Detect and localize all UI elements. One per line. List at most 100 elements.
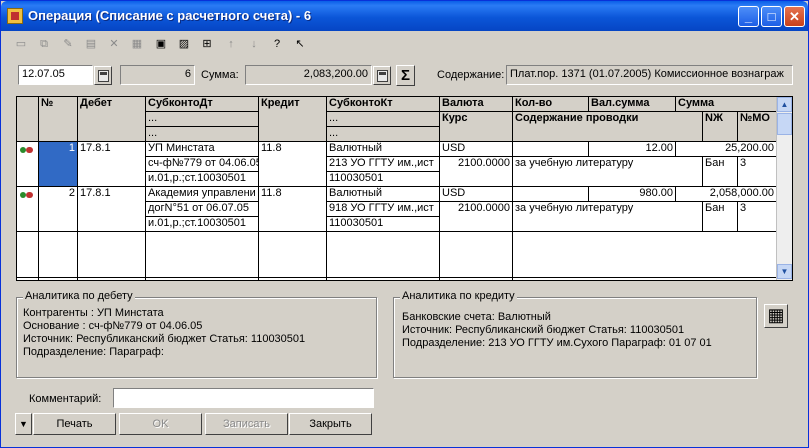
close-window-button[interactable]: ✕ [784, 6, 805, 27]
col-val-summa-header[interactable]: Вал.сумма [589, 97, 676, 112]
comment-input[interactable] [113, 388, 374, 408]
row-2-nmo[interactable]: 3 [738, 202, 777, 232]
row-select-icon[interactable]: ▣ [153, 36, 169, 52]
edit-row-icon[interactable]: ✎ [60, 36, 76, 52]
content-field[interactable]: Плат.пор. 1371 (01.07.2005) Комиссионное… [506, 65, 793, 85]
row-1-kurs[interactable]: 2100.0000 [440, 157, 513, 187]
col-valuta-header[interactable]: Валюта [440, 97, 513, 112]
row-2-kolvo[interactable] [513, 187, 589, 202]
table-grid-icon: ▦ [767, 305, 785, 325]
row-2-subkonto-kt-3[interactable]: 110030501 [327, 217, 440, 232]
col-kredit-header[interactable]: Кредит [259, 97, 327, 142]
row-1-subkonto-dt-2[interactable]: сч-ф№779 от 04.06.05 [146, 157, 259, 172]
col-kurs-header[interactable]: Курс [440, 112, 513, 142]
move-up-icon[interactable]: ↑ [223, 36, 239, 52]
row-2-val-summa[interactable]: 980.00 [589, 187, 676, 202]
table-icon[interactable]: ▦ [129, 36, 145, 52]
context-help-icon[interactable]: ↖ [292, 36, 308, 52]
calc-icon[interactable]: ▨ [176, 36, 192, 52]
scroll-up-button[interactable]: ▲ [777, 97, 792, 112]
col-kolvo-header[interactable]: Кол-во [513, 97, 589, 112]
row-2-subkonto-dt-3[interactable]: и.01,р.;ст.10030501 [146, 217, 259, 232]
col-nzh-header[interactable]: NЖ [703, 112, 738, 142]
row-1-summa[interactable]: 25,200.00 [676, 142, 777, 157]
row-2-subkonto-kt-1[interactable]: Валютный [327, 187, 440, 202]
calendar-icon [98, 70, 109, 82]
row-1-subkonto-kt-3[interactable]: 110030501 [327, 172, 440, 187]
row-2-subkonto-kt-2[interactable]: 918 УО ГГТУ им.,ист [327, 202, 440, 217]
row-1-nmo[interactable]: 3 [738, 157, 777, 187]
row-1-subkonto-kt-1[interactable]: Валютный [327, 142, 440, 157]
sigma-button[interactable]: Σ [396, 65, 415, 86]
row-2-kredit[interactable]: 11.8 [259, 187, 327, 232]
minimize-button[interactable]: _ [738, 6, 759, 27]
number-field[interactable]: 6 [120, 65, 195, 85]
row-2-soderzhanie[interactable]: за учебную литературу [513, 202, 703, 232]
col-num-header[interactable]: № [39, 97, 78, 142]
col-nmo-header[interactable]: №МО [738, 112, 777, 142]
ok-button[interactable]: OK [119, 413, 202, 435]
row-1-valuta[interactable]: USD [440, 142, 513, 157]
calendar-button[interactable] [94, 66, 112, 85]
calculator-button[interactable] [373, 66, 391, 85]
insert-icon[interactable]: ⊞ [199, 36, 215, 52]
grid-line [77, 232, 78, 280]
row-2-num[interactable]: 2 [39, 187, 78, 232]
move-down-icon[interactable]: ↓ [246, 36, 262, 52]
row-1-subkonto-dt-3[interactable]: и.01,р.;ст.10030501 [146, 172, 259, 187]
entries-grid[interactable]: № Дебет СубконтоДт ... ... Кредит Субкон… [16, 96, 793, 281]
analytics-table-button[interactable]: ▦ [764, 304, 788, 328]
window-title: Операция (Списание с расчетного счета) -… [28, 8, 312, 23]
calculator-icon [377, 70, 388, 82]
help-icon[interactable]: ? [269, 36, 285, 52]
row-1-kolvo[interactable] [513, 142, 589, 157]
grid-scrollbar[interactable]: ▲ ▼ [776, 97, 792, 280]
menu-arrow-button[interactable]: ▼ [15, 413, 32, 435]
row-2-subkonto-dt-1[interactable]: Академия управлени [146, 187, 259, 202]
new-row-icon[interactable]: ▭ [13, 36, 29, 52]
kredit-analytics-line: Банковские счета: Валютный [402, 311, 551, 323]
cancel-icon[interactable]: ✕ [106, 36, 122, 52]
row-1-kredit[interactable]: 11.8 [259, 142, 327, 187]
row-2-nzh[interactable]: Бан [703, 202, 738, 232]
date-field[interactable]: 12.07.05 [18, 65, 93, 85]
row-1-debet[interactable]: 17.8.1 [78, 142, 146, 187]
kredit-analytics-group: Аналитика по кредиту Банковские счета: В… [393, 290, 757, 378]
row-1-subkonto-dt-1[interactable]: УП Минстата [146, 142, 259, 157]
delete-row-icon[interactable]: ▤ [83, 36, 99, 52]
col-subkonto-dt-header[interactable]: СубконтоДт [146, 97, 259, 112]
row-1-num[interactable]: 1 [39, 142, 78, 187]
close-button[interactable]: Закрыть [289, 413, 372, 435]
save-button[interactable]: Записать [205, 413, 288, 435]
grid-line [439, 232, 440, 280]
row-marker[interactable] [17, 142, 39, 187]
row-marker[interactable] [17, 187, 39, 232]
row-1-subkonto-kt-2[interactable]: 213 УО ГГТУ им.,ист [327, 157, 440, 172]
maximize-button[interactable]: □ [761, 6, 782, 27]
comment-label: Комментарий: [29, 393, 102, 405]
scroll-thumb[interactable] [777, 113, 792, 135]
scroll-down-button[interactable]: ▼ [777, 264, 792, 279]
summa-label: Сумма: [201, 69, 239, 81]
print-button[interactable]: Печать [33, 413, 116, 435]
debet-analytics-group: Аналитика по дебету Контрагенты : УП Мин… [16, 290, 377, 378]
kredit-analytics-title: Аналитика по кредиту [400, 290, 517, 302]
copy-row-icon[interactable]: ⧉ [36, 36, 52, 52]
col-subkonto-kt-header[interactable]: СубконтоКт [327, 97, 440, 112]
operation-window: Операция (Списание с расчетного счета) -… [0, 0, 809, 448]
row-2-debet[interactable]: 17.8.1 [78, 187, 146, 232]
row-2-valuta[interactable]: USD [440, 187, 513, 202]
row-2-kurs[interactable]: 2100.0000 [440, 202, 513, 232]
title-bar[interactable]: Операция (Списание с расчетного счета) -… [1, 1, 808, 31]
row-1-val-summa[interactable]: 12.00 [589, 142, 676, 157]
row-2-subkonto-dt-2[interactable]: догN°51 от 06.07.05 [146, 202, 259, 217]
col-debet-header[interactable]: Дебет [78, 97, 146, 142]
summa-field[interactable]: 2,083,200.00 [245, 65, 372, 85]
row-2-summa[interactable]: 2,058,000.00 [676, 187, 777, 202]
col-summa-header[interactable]: Сумма [676, 97, 777, 112]
row-1-soderzhanie[interactable]: за учебную литературу [513, 157, 703, 187]
toolbar: ▭ ⧉ ✎ ▤ ✕ ▦ ▣ ▨ ⊞ ↑ ↓ ? ↖ [3, 32, 806, 56]
debet-analytics-line: Контрагенты : УП Минстата [23, 307, 164, 319]
row-1-nzh[interactable]: Бан [703, 157, 738, 187]
col-soderzhanie-header[interactable]: Содержание проводки [513, 112, 703, 142]
